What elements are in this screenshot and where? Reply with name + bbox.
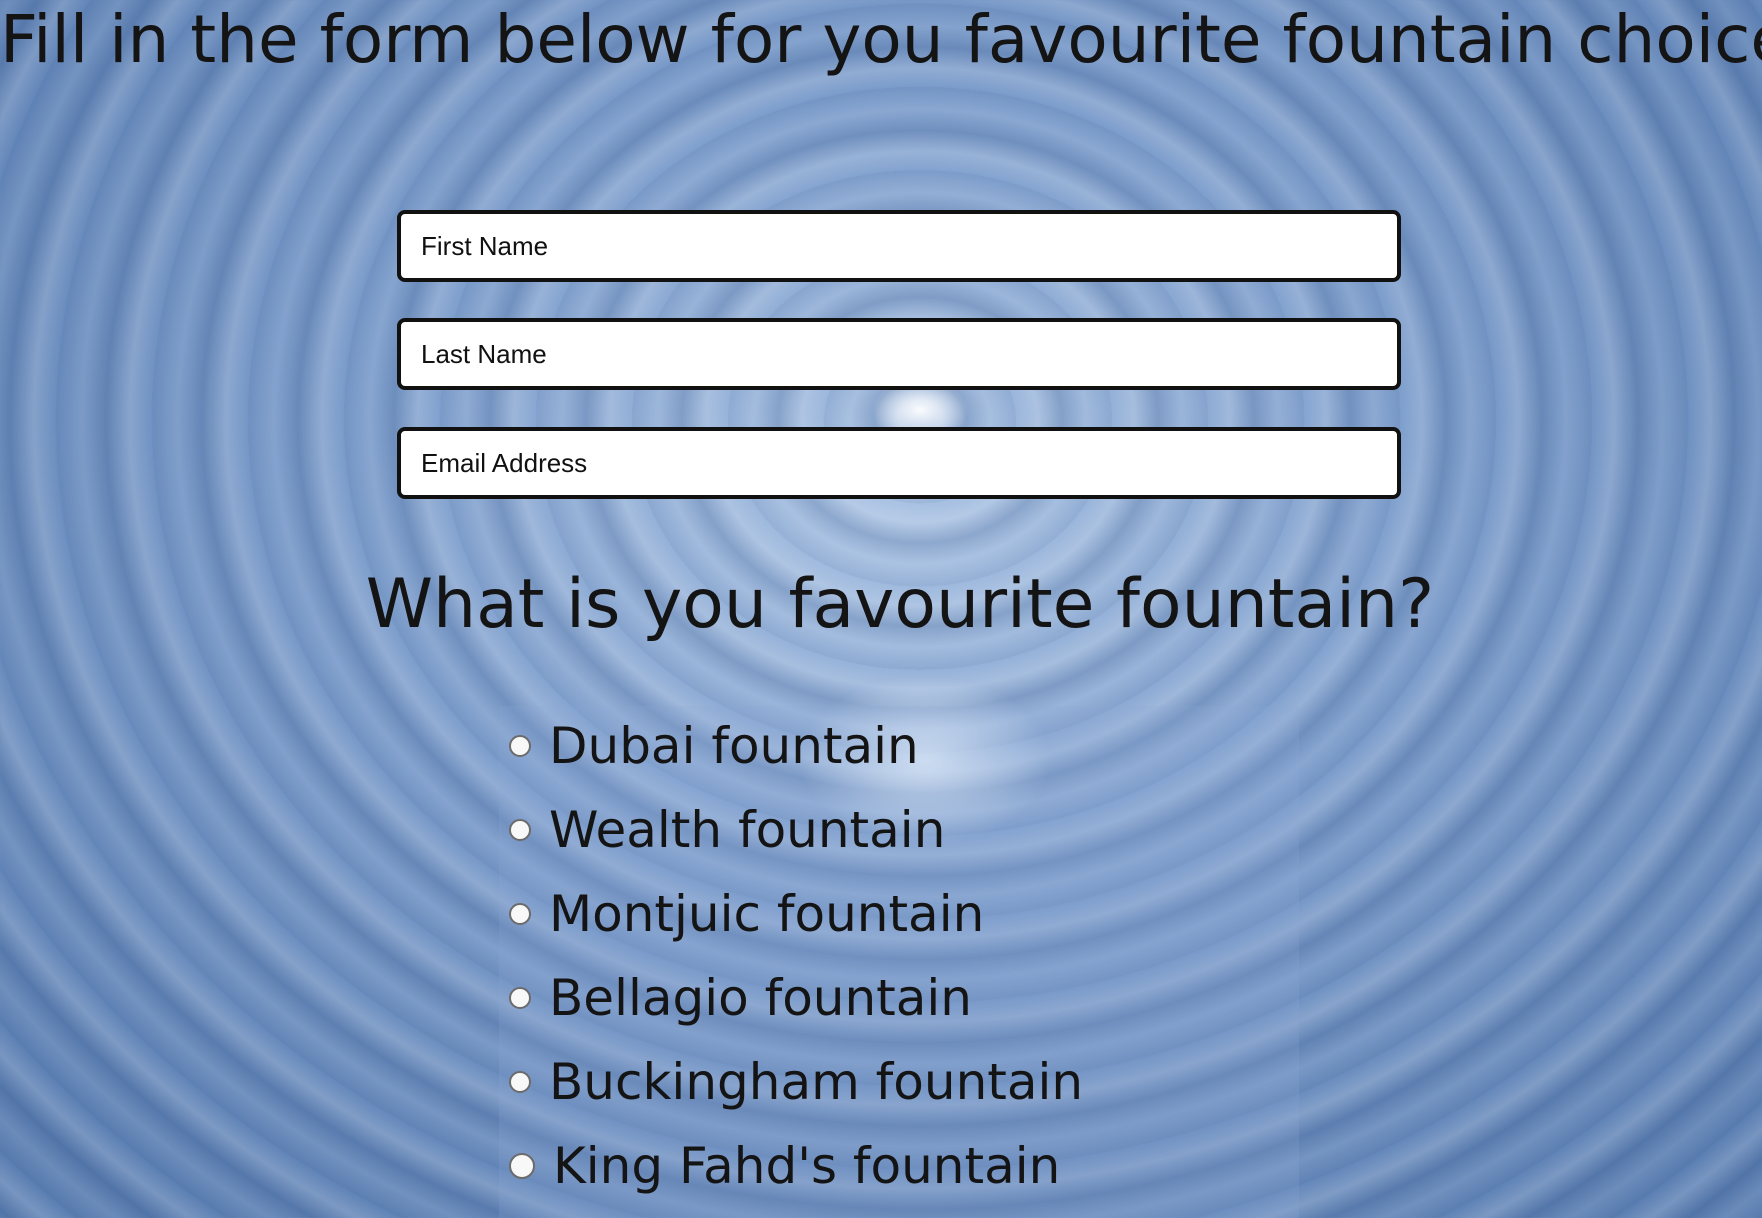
option-king-fahds-fountain[interactable]: King Fahd's fountain	[499, 1126, 1060, 1206]
radio-button[interactable]	[509, 735, 531, 757]
last-name-input[interactable]	[397, 318, 1401, 390]
question-heading: What is you favourite fountain?	[365, 565, 1435, 644]
option-label: King Fahd's fountain	[553, 1137, 1061, 1195]
option-label: Dubai fountain	[549, 717, 919, 775]
option-label: Bellagio fountain	[549, 969, 972, 1027]
option-bellagio-fountain[interactable]: Bellagio fountain	[499, 958, 972, 1038]
page-title: Fill in the form below for you favourite…	[0, 1, 1762, 78]
option-montjuic-fountain[interactable]: Montjuic fountain	[499, 874, 984, 954]
option-dubai-fountain[interactable]: Dubai fountain	[499, 706, 919, 786]
radio-button[interactable]	[509, 819, 531, 841]
radio-button[interactable]	[509, 987, 531, 1009]
option-buckingham-fountain[interactable]: Buckingham fountain	[499, 1042, 1083, 1122]
fountain-options-group: Dubai fountain Wealth fountain Montjuic …	[499, 706, 1299, 1218]
email-input[interactable]	[397, 427, 1401, 499]
option-label: Wealth fountain	[549, 801, 946, 859]
radio-button[interactable]	[509, 903, 531, 925]
first-name-input[interactable]	[397, 210, 1401, 282]
radio-button[interactable]	[509, 1071, 531, 1093]
option-label: Buckingham fountain	[549, 1053, 1084, 1111]
radio-button[interactable]	[509, 1153, 535, 1179]
option-label: Montjuic fountain	[549, 885, 985, 943]
option-wealth-fountain[interactable]: Wealth fountain	[499, 790, 945, 870]
